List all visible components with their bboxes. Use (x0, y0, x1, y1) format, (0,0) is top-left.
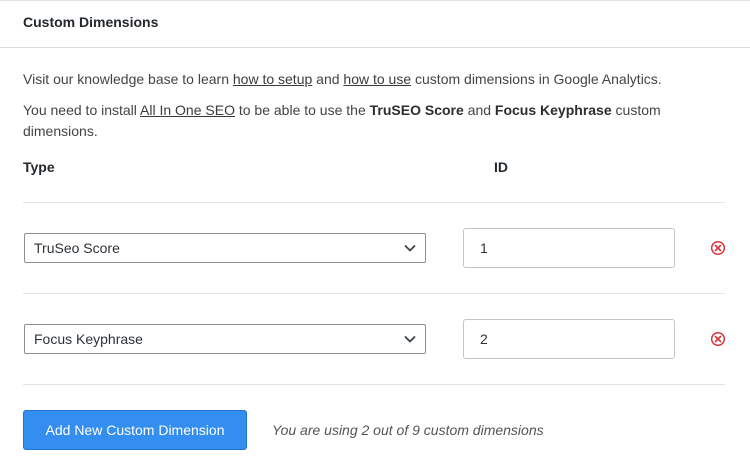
type-column-header: Type (23, 159, 55, 175)
how-to-setup-link[interactable]: how to setup (233, 71, 312, 87)
row-divider (23, 202, 725, 203)
select-value: Focus Keyphrase (34, 331, 143, 347)
row-divider (23, 384, 725, 385)
install-aioseo-text: You need to install All In One SEO to be… (23, 100, 713, 142)
all-in-one-seo-link[interactable]: All In One SEO (140, 102, 235, 118)
dimension-type-select[interactable]: TruSeo Score (24, 233, 426, 263)
add-custom-dimension-button[interactable]: Add New Custom Dimension (23, 410, 247, 450)
remove-circle-x-icon[interactable] (710, 331, 726, 347)
how-to-use-link[interactable]: how to use (343, 71, 411, 87)
dimension-id-input[interactable]: 1 (463, 228, 675, 268)
focus-keyphrase-bold: Focus Keyphrase (494, 102, 612, 118)
truseo-score-bold: TruSEO Score (369, 102, 464, 118)
install-text-3: and (463, 102, 495, 118)
usage-count-text: You are using 2 out of 9 custom dimensio… (272, 422, 544, 438)
install-text-1: You need to install (23, 102, 141, 118)
chevron-down-icon (404, 336, 416, 343)
intro-text-1: Visit our knowledge base to learn (23, 71, 233, 87)
id-column-header: ID (494, 159, 508, 175)
panel-title: Custom Dimensions (23, 14, 159, 30)
dimension-type-select[interactable]: Focus Keyphrase (24, 324, 426, 354)
intro-text-2: and (312, 71, 344, 87)
select-value: TruSeo Score (34, 240, 120, 256)
dimension-id-input[interactable]: 2 (463, 319, 675, 359)
custom-dimensions-panel: Custom Dimensions Visit our knowledge ba… (0, 0, 750, 468)
panel-header: Custom Dimensions (0, 1, 750, 48)
chevron-down-icon (404, 245, 416, 252)
remove-circle-x-icon[interactable] (710, 240, 726, 256)
install-text-2: to be able to use the (234, 102, 370, 118)
knowledge-base-text: Visit our knowledge base to learn how to… (23, 69, 713, 90)
intro-text-3: custom dimensions in Google Analytics. (411, 71, 662, 87)
row-divider (23, 293, 725, 294)
